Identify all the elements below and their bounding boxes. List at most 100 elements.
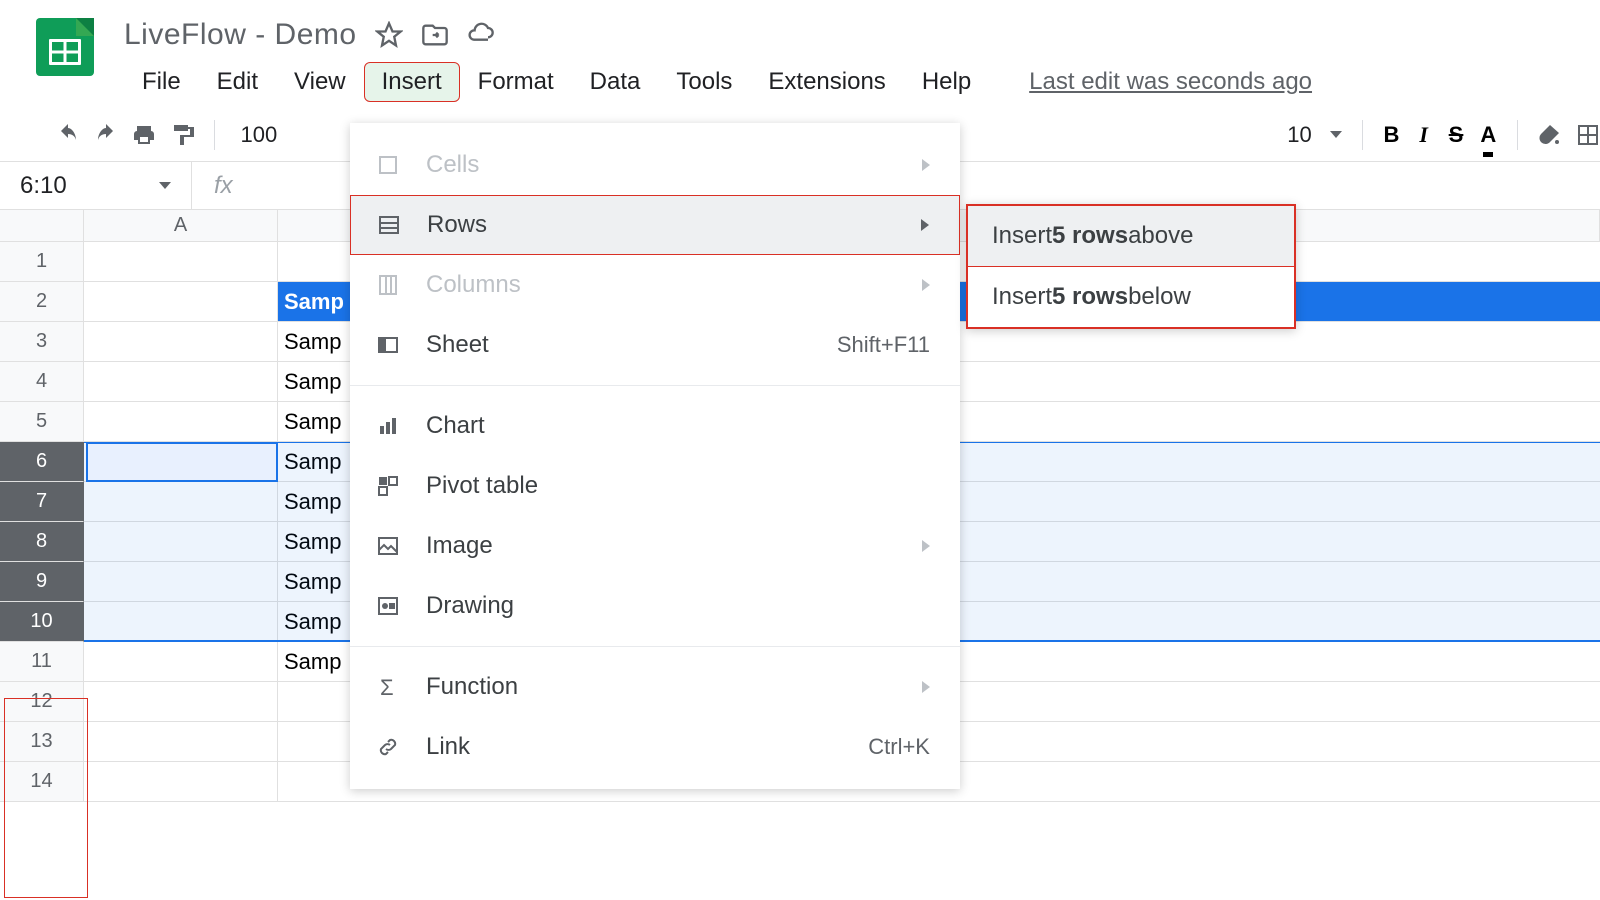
strikethrough-button[interactable]: S xyxy=(1447,117,1465,153)
cell-a10[interactable] xyxy=(84,602,278,642)
chevron-down-icon xyxy=(159,182,171,189)
insert-columns-item: Columns xyxy=(350,255,960,315)
row-header-10[interactable]: 10 xyxy=(0,602,84,642)
row-header-3[interactable]: 3 xyxy=(0,322,84,362)
row-header-13[interactable]: 13 xyxy=(0,722,84,762)
font-size-control[interactable]: 10 xyxy=(1287,122,1341,148)
font-size-value: 10 xyxy=(1287,122,1311,148)
insert-function-item[interactable]: Σ Function xyxy=(350,657,960,717)
insert-pivot-item[interactable]: Pivot table xyxy=(350,456,960,516)
rows-icon xyxy=(375,211,403,239)
menu-separator xyxy=(350,385,960,386)
cloud-status-icon[interactable] xyxy=(467,21,495,49)
menu-extensions[interactable]: Extensions xyxy=(750,62,903,102)
menu-data[interactable]: Data xyxy=(572,62,659,102)
insert-menu-dropdown: Cells Rows Columns Sheet Shift+F11 Chart… xyxy=(350,123,960,789)
insert-above-pre: Insert xyxy=(992,222,1052,250)
print-button[interactable] xyxy=(132,117,156,153)
document-title[interactable]: LiveFlow - Demo xyxy=(124,18,357,52)
columns-icon xyxy=(374,271,402,299)
row-header-8[interactable]: 8 xyxy=(0,522,84,562)
redo-button[interactable] xyxy=(94,117,118,153)
menu-format[interactable]: Format xyxy=(460,62,572,102)
column-header-a[interactable]: A xyxy=(84,210,278,242)
menu-file[interactable]: File xyxy=(124,62,199,102)
row-header-11[interactable]: 11 xyxy=(0,642,84,682)
menu-view[interactable]: View xyxy=(276,62,364,102)
insert-rows-below-item[interactable]: Insert 5 rows below xyxy=(968,267,1294,327)
italic-button[interactable]: I xyxy=(1415,117,1433,153)
insert-function-label: Function xyxy=(426,673,518,701)
menu-separator xyxy=(350,646,960,647)
row-header-14[interactable]: 14 xyxy=(0,762,84,802)
row-header-1[interactable]: 1 xyxy=(0,242,84,282)
insert-rows-label: Rows xyxy=(427,211,487,239)
sheet-shortcut: Shift+F11 xyxy=(837,332,930,358)
zoom-level[interactable]: 100 xyxy=(241,122,278,148)
menu-help[interactable]: Help xyxy=(904,62,989,102)
insert-sheet-item[interactable]: Sheet Shift+F11 xyxy=(350,315,960,375)
cell-a8[interactable] xyxy=(84,522,278,562)
insert-image-item[interactable]: Image xyxy=(350,516,960,576)
row-header-6[interactable]: 6 xyxy=(0,442,84,482)
chevron-down-icon xyxy=(1330,131,1342,138)
link-icon xyxy=(374,733,402,761)
row-header-2[interactable]: 2 xyxy=(0,282,84,322)
menu-tools[interactable]: Tools xyxy=(658,62,750,102)
rows-submenu: Insert 5 rows above Insert 5 rows below xyxy=(966,204,1296,329)
paint-format-button[interactable] xyxy=(170,117,194,153)
link-shortcut: Ctrl+K xyxy=(868,734,930,760)
row-header-9[interactable]: 9 xyxy=(0,562,84,602)
cell-a7[interactable] xyxy=(84,482,278,522)
insert-below-post: below xyxy=(1128,283,1191,311)
row-header-4[interactable]: 4 xyxy=(0,362,84,402)
menu-insert[interactable]: Insert xyxy=(364,62,460,102)
menu-edit[interactable]: Edit xyxy=(199,62,276,102)
cell-a9[interactable] xyxy=(84,562,278,602)
last-edit-link[interactable]: Last edit was seconds ago xyxy=(1029,68,1312,96)
star-icon[interactable] xyxy=(375,21,403,49)
cell-a13[interactable] xyxy=(84,722,278,762)
toolbar-separator xyxy=(1362,120,1363,150)
chevron-right-icon xyxy=(922,159,930,171)
insert-cells-label: Cells xyxy=(426,151,479,179)
cell-a3[interactable] xyxy=(84,322,278,362)
row-headers: 1 2 3 4 5 6 7 8 9 10 11 12 13 14 xyxy=(0,242,84,802)
insert-rows-item[interactable]: Rows xyxy=(350,195,960,255)
cell-a6[interactable] xyxy=(84,442,278,482)
insert-link-label: Link xyxy=(426,733,470,761)
row-header-5[interactable]: 5 xyxy=(0,402,84,442)
cell-a11[interactable] xyxy=(84,642,278,682)
cell-a4[interactable] xyxy=(84,362,278,402)
cell-a12[interactable] xyxy=(84,682,278,722)
sheet-icon xyxy=(374,331,402,359)
cell-a2[interactable] xyxy=(84,282,278,322)
row-header-7[interactable]: 7 xyxy=(0,482,84,522)
chart-icon xyxy=(374,412,402,440)
insert-columns-label: Columns xyxy=(426,271,521,299)
insert-rows-above-item[interactable]: Insert 5 rows above xyxy=(968,206,1294,266)
move-folder-icon[interactable] xyxy=(421,21,449,49)
fill-color-button[interactable] xyxy=(1538,117,1562,153)
row-header-12[interactable]: 12 xyxy=(0,682,84,722)
cell-a5[interactable] xyxy=(84,402,278,442)
name-box[interactable]: 6:10 xyxy=(0,162,192,209)
select-all-corner[interactable] xyxy=(0,210,84,242)
cell-a14[interactable] xyxy=(84,762,278,802)
undo-button[interactable] xyxy=(56,117,80,153)
image-icon xyxy=(374,532,402,560)
chevron-right-icon xyxy=(922,279,930,291)
sheets-logo[interactable] xyxy=(36,18,94,76)
bold-button[interactable]: B xyxy=(1382,117,1400,153)
borders-button[interactable] xyxy=(1576,117,1600,153)
insert-above-bold: 5 rows xyxy=(1052,222,1128,250)
function-icon: Σ xyxy=(374,673,402,701)
insert-drawing-item[interactable]: Drawing xyxy=(350,576,960,636)
cell-a1[interactable] xyxy=(84,242,278,282)
insert-cells-item: Cells xyxy=(350,135,960,195)
chevron-right-icon xyxy=(922,681,930,693)
insert-link-item[interactable]: Link Ctrl+K xyxy=(350,717,960,777)
text-color-button[interactable]: A xyxy=(1479,117,1497,153)
header: LiveFlow - Demo File Edit View Insert Fo… xyxy=(0,0,1600,102)
insert-chart-item[interactable]: Chart xyxy=(350,396,960,456)
